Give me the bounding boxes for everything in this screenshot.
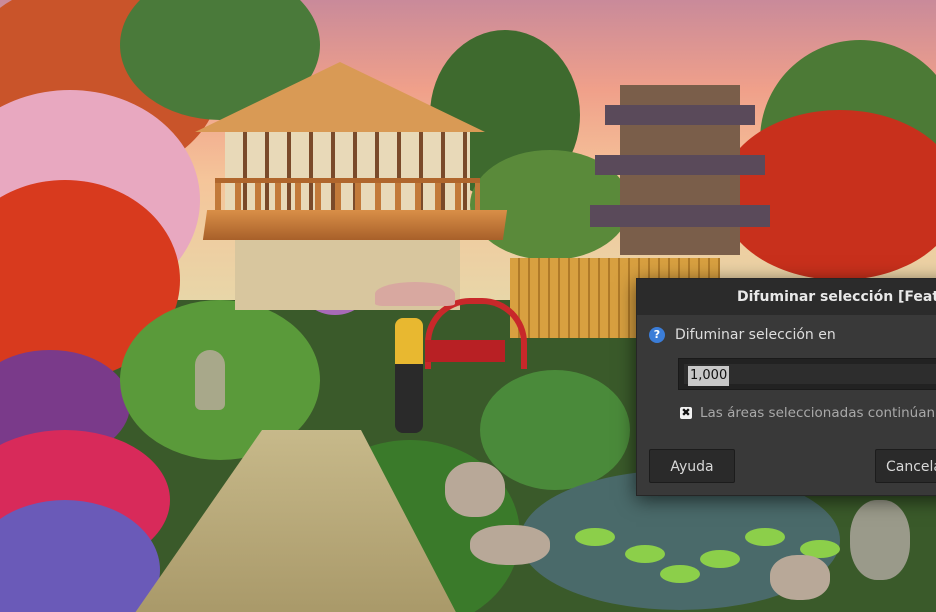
checkbox-checked-icon[interactable]: ✖ bbox=[680, 407, 692, 419]
help-button[interactable]: Ayuda bbox=[649, 449, 735, 483]
selected-areas-continue-option[interactable]: ✖ Las áreas seleccionadas continúan fu bbox=[680, 405, 936, 421]
dialog-title[interactable]: Difuminar selección [Feather] bbox=[637, 279, 936, 315]
prompt-label: Difuminar selección en bbox=[675, 327, 836, 343]
feather-amount-value[interactable]: 1,000 bbox=[688, 366, 730, 386]
help-icon: ? bbox=[649, 327, 665, 343]
cancel-button[interactable]: Cancela bbox=[875, 449, 936, 483]
feather-amount-input[interactable]: 1,000 bbox=[678, 358, 936, 390]
prompt-row: ? Difuminar selección en bbox=[649, 327, 836, 343]
checkbox-label[interactable]: Las áreas seleccionadas continúan fu bbox=[700, 405, 936, 421]
feather-selection-dialog: Difuminar selección [Feather] ? Difumina… bbox=[636, 278, 936, 496]
